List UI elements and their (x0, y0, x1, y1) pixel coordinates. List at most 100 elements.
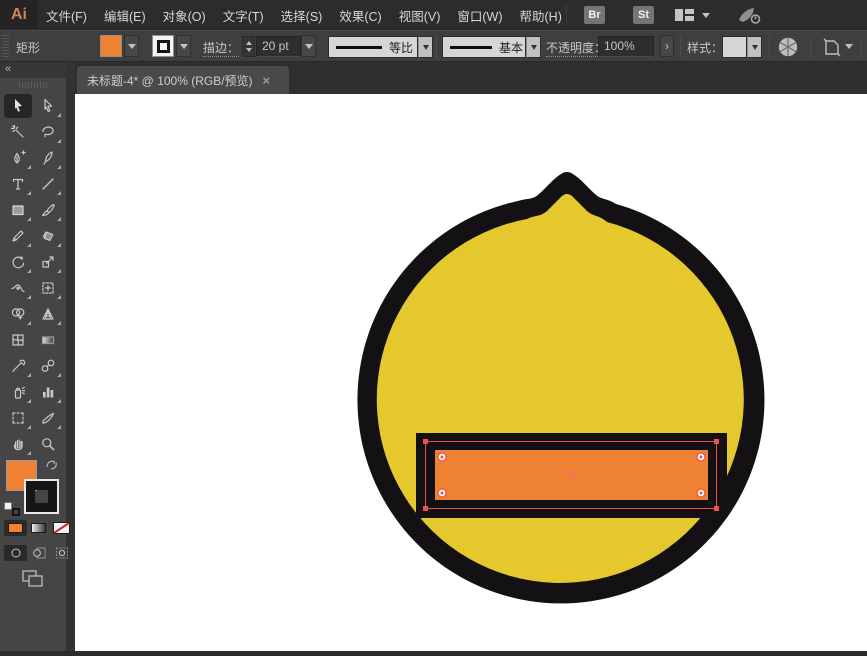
column-graph-tool[interactable] (34, 380, 62, 404)
selection-handle-bottom-left[interactable] (423, 506, 428, 511)
stroke-weight-stepper[interactable] (242, 36, 255, 57)
mesh-tool[interactable] (4, 328, 32, 352)
pen-tool[interactable] (4, 146, 32, 170)
style-chevron-icon[interactable] (747, 36, 762, 58)
draw-behind-button[interactable] (27, 545, 50, 561)
width-profile-select[interactable]: 等比 (328, 36, 418, 58)
tools-panel-body: « (0, 62, 66, 651)
menu-item-object[interactable]: 对象(O) (163, 6, 206, 25)
fill-color-chevron-icon[interactable] (124, 35, 139, 57)
eyedropper-tool[interactable] (4, 354, 32, 378)
artboard-canvas[interactable] (75, 94, 867, 651)
gradient-icon (31, 523, 46, 533)
brush-preview (450, 46, 492, 49)
menu-item-file[interactable]: 文件(F) (46, 6, 87, 25)
opacity-more-icon[interactable]: › (660, 35, 674, 57)
blend-tool[interactable] (34, 354, 62, 378)
opacity-input[interactable]: 100% (598, 36, 654, 57)
artboard-tool[interactable] (4, 406, 32, 430)
default-fill-mini (4, 502, 12, 510)
panel-drag-grip[interactable] (19, 82, 47, 88)
menu-item-view[interactable]: 视图(V) (399, 6, 441, 25)
default-fill-stroke-icon[interactable] (4, 502, 20, 516)
hand-tool[interactable] (4, 432, 32, 456)
width-tool[interactable] (4, 276, 32, 300)
color-fill-icon (8, 523, 23, 533)
pencil-tool[interactable] (4, 224, 32, 248)
magic-wand-tool[interactable] (4, 120, 32, 144)
selection-handle-bottom-right[interactable] (714, 506, 719, 511)
artboard-options-icon[interactable] (822, 37, 844, 57)
rectangle-tool[interactable] (4, 198, 32, 222)
selection-center-anchor[interactable] (569, 472, 574, 477)
menu-item-effect[interactable]: 效果(C) (339, 6, 381, 25)
line-segment-tool[interactable] (34, 172, 62, 196)
brush-chevron-icon[interactable] (526, 36, 541, 58)
menu-item-type[interactable]: 文字(T) (223, 6, 264, 25)
recolor-artwork-icon[interactable] (777, 36, 799, 58)
tab-close-icon[interactable]: × (263, 73, 271, 88)
menu-item-help[interactable]: 帮助(H) (520, 6, 562, 25)
stroke-weight-input[interactable]: 20 pt (256, 36, 301, 57)
curvature-tool[interactable] (34, 146, 62, 170)
draw-normal-icon (9, 547, 23, 559)
divider (680, 36, 681, 58)
rotate-tool[interactable] (4, 250, 32, 274)
artboard-options-chevron-icon[interactable] (845, 44, 853, 49)
selection-tool[interactable] (4, 94, 32, 118)
free-transform-tool[interactable] (34, 276, 62, 300)
stroke-color-chevron-icon[interactable] (176, 35, 191, 57)
stroke-color-indicator[interactable] (25, 480, 58, 513)
menu-item-select[interactable]: 选择(S) (281, 6, 323, 25)
menu-item-edit[interactable]: 编辑(E) (104, 6, 146, 25)
none-mode-button[interactable] (50, 520, 73, 536)
gradient-mode-button[interactable] (27, 520, 50, 536)
symbol-sprayer-tool[interactable] (4, 380, 32, 404)
divider (566, 5, 567, 25)
shape-builder-tool[interactable] (4, 302, 32, 326)
lasso-tool[interactable] (34, 120, 62, 144)
scale-tool[interactable] (34, 250, 62, 274)
gradient-tool[interactable] (34, 328, 62, 352)
panel-grip[interactable] (2, 35, 9, 57)
stock-button[interactable]: St (633, 6, 654, 24)
type-tool[interactable] (4, 172, 32, 196)
selection-handle-top-right[interactable] (714, 439, 719, 444)
document-tab[interactable]: 未标题-4* @ 100% (RGB/预览) × (77, 66, 289, 94)
corner-widget-dot (441, 492, 444, 495)
none-icon (53, 522, 70, 534)
eraser-tool[interactable] (34, 224, 62, 248)
stepper-down-icon[interactable] (246, 48, 252, 52)
style-swatch[interactable] (722, 36, 747, 58)
screen-mode-icon (22, 570, 44, 587)
control-bar: 矩形 描边： 20 pt 等比 基本 不透明度： 100% › 样式： (0, 30, 867, 62)
selection-handle-top-left[interactable] (423, 439, 428, 444)
stepper-up-icon[interactable] (246, 41, 252, 45)
stroke-panel-link[interactable]: 描边： (203, 39, 239, 57)
swap-fill-stroke-icon[interactable] (45, 458, 59, 476)
screen-mode-button[interactable] (22, 570, 44, 592)
bridge-button[interactable]: Br (584, 6, 605, 24)
slice-tool[interactable] (34, 406, 62, 430)
opacity-panel-link[interactable]: 不透明度： (546, 39, 606, 57)
perspective-grid-tool[interactable] (34, 302, 62, 326)
menu-item-window[interactable]: 窗口(W) (457, 6, 502, 25)
fill-color-swatch[interactable] (100, 35, 122, 57)
direct-selection-tool[interactable] (34, 94, 62, 118)
draw-normal-button[interactable] (4, 545, 27, 561)
stroke-color-swatch[interactable] (152, 35, 174, 57)
stroke-weight-chevron-icon[interactable] (301, 35, 316, 57)
paintbrush-tool[interactable] (34, 198, 62, 222)
gpu-performance-icon[interactable] (736, 5, 763, 26)
stroke-profile-preview (336, 46, 382, 49)
color-mode-button[interactable] (4, 520, 27, 536)
width-profile-chevron-icon[interactable] (418, 36, 433, 58)
divider (436, 36, 437, 58)
zoom-tool[interactable] (34, 432, 62, 456)
chevron-down-icon[interactable] (702, 13, 710, 18)
brush-definition-select[interactable]: 基本 (442, 36, 526, 58)
draw-inside-button[interactable] (50, 545, 73, 561)
tools-panel: « (0, 62, 75, 651)
panel-collapse-button[interactable]: « (0, 62, 66, 78)
workspace-switcher-icon[interactable] (674, 7, 695, 23)
